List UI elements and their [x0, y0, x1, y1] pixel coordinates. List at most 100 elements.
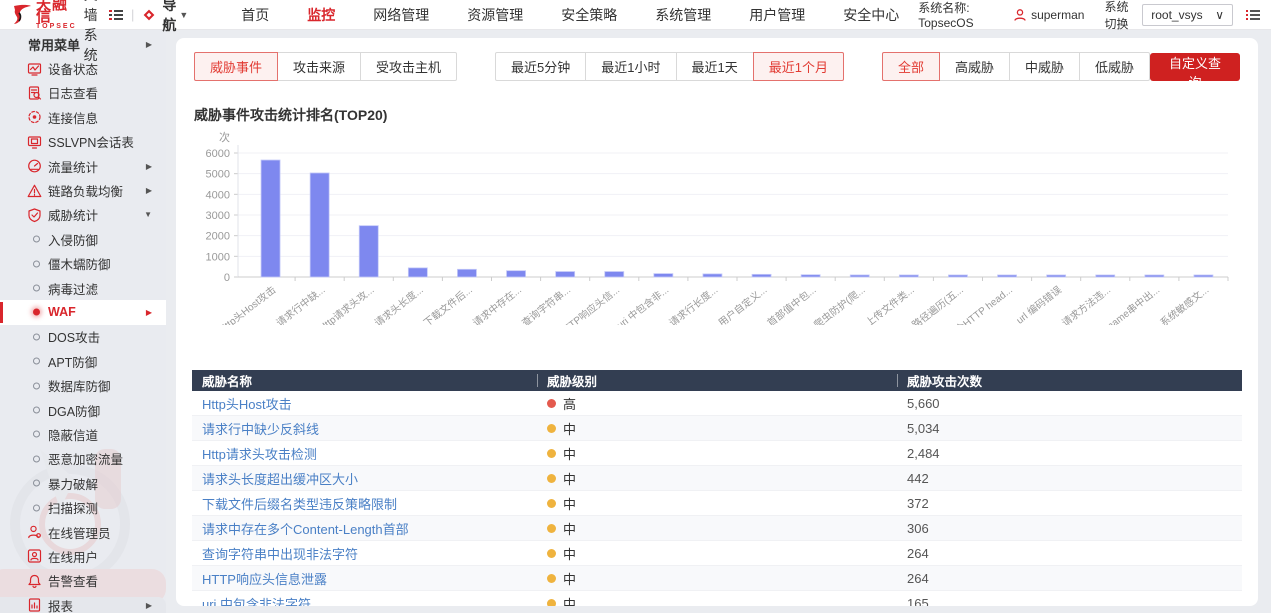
bar-18[interactable] — [1096, 275, 1115, 277]
column-header-2: 威胁级别 — [537, 371, 897, 390]
bar-7[interactable] — [556, 272, 575, 277]
sidebar-item-online-user[interactable]: 在线用户 — [0, 544, 166, 568]
threat-name-link[interactable]: 请求头长度超出缓冲区大小 — [202, 469, 358, 488]
bar-15[interactable] — [948, 275, 967, 277]
threat-name-link[interactable]: uri 中包含非法字符 — [202, 594, 311, 607]
time-filter-last-1month[interactable]: 最近1个月 — [753, 52, 844, 81]
svg-text:0: 0 — [224, 272, 230, 284]
radio-bullet-icon — [33, 480, 40, 487]
sidebar-item-label: APT防御 — [48, 352, 97, 371]
bar-5[interactable] — [457, 269, 476, 277]
time-filter-last-1day[interactable]: 最近1天 — [676, 52, 754, 81]
bar-1[interactable] — [261, 160, 280, 277]
bar-14[interactable] — [899, 275, 918, 277]
sidebar-item-covert-channel[interactable]: 隐蔽信道 — [0, 422, 166, 446]
sidebar-item-connection-info[interactable]: 连接信息 — [0, 105, 166, 129]
nav-item-user-mgmt[interactable]: 用户管理 — [749, 5, 805, 25]
sidebar-item-threat-stats[interactable]: 威胁统计▼ — [0, 203, 166, 227]
threat-name-link[interactable]: Http头Host攻击 — [202, 394, 292, 413]
level-dot-icon — [547, 499, 556, 508]
threat-name-link[interactable]: Http请求头攻击检测 — [202, 444, 317, 463]
sidebar-item-label: 流量统计 — [48, 157, 98, 176]
chevron-right-icon: ▶ — [146, 162, 152, 171]
sidebar-item-link-load-balance[interactable]: 链路负载均衡▶ — [0, 178, 166, 202]
bar-12[interactable] — [801, 275, 820, 277]
x-axis-label: 请求行长度... — [666, 283, 720, 325]
level-filter-low-threat[interactable]: 低威胁 — [1079, 52, 1150, 81]
x-axis-label: 爬虫防护(爬... — [811, 283, 868, 325]
level-filter-high-threat[interactable]: 高威胁 — [939, 52, 1010, 81]
threat-bar-chart: 0100020003000400050006000次Http头Host攻击请求行… — [180, 127, 1258, 330]
bar-19[interactable] — [1145, 275, 1164, 277]
level-dot-icon — [547, 574, 556, 583]
nav-item-system-mgmt[interactable]: 系统管理 — [655, 5, 711, 25]
bar-8[interactable] — [605, 272, 624, 277]
level-filter-all[interactable]: 全部 — [882, 52, 940, 81]
sidebar-item-database-prevention[interactable]: 数据库防御 — [0, 373, 166, 397]
nav-menu-label[interactable]: 导航 — [162, 0, 176, 35]
x-axis-label: 系统敏感文... — [1157, 283, 1211, 325]
sidebar-item-brute-force[interactable]: 暴力破解 — [0, 471, 166, 495]
nav-item-network-mgmt[interactable]: 网络管理 — [373, 5, 429, 25]
sidebar-item-alarm-view[interactable]: 告警查看 — [0, 569, 166, 593]
bar-3[interactable] — [359, 226, 378, 277]
sidebar-item-traffic-stats[interactable]: 流量统计 ▶ — [0, 154, 166, 178]
attack-count: 372 — [907, 496, 929, 511]
radio-bullet-icon — [33, 382, 40, 389]
custom-query-button[interactable]: 自定义查询 — [1150, 53, 1240, 81]
bar-10[interactable] — [703, 274, 722, 277]
user-menu[interactable]: superman — [1013, 8, 1084, 22]
nav-item-security-center[interactable]: 安全中心 — [843, 5, 899, 25]
sidebar-item-waf[interactable]: WAF▶ — [0, 300, 166, 324]
time-filter-last-5min[interactable]: 最近5分钟 — [495, 52, 586, 81]
sidebar-item-label: 在线用户 — [48, 547, 98, 566]
sidebar-item-botnet-prevention[interactable]: 僵木蠕防御 — [0, 252, 166, 276]
bar-6[interactable] — [507, 271, 526, 277]
tab-attack-source[interactable]: 攻击来源 — [277, 52, 361, 81]
threat-name-link[interactable]: 请求中存在多个Content-Length首部 — [202, 519, 409, 538]
sidebar-item-online-admin[interactable]: 在线管理员 — [0, 520, 166, 544]
time-filter-last-1hour[interactable]: 最近1小时 — [585, 52, 676, 81]
attack-count: 264 — [907, 546, 929, 561]
bar-11[interactable] — [752, 274, 771, 277]
tab-threat-event[interactable]: 威胁事件 — [194, 52, 278, 81]
bar-13[interactable] — [850, 275, 869, 277]
username: superman — [1031, 8, 1084, 22]
threat-table: 威胁名称威胁级别威胁攻击次数 Http头Host攻击高5,660请求行中缺少反斜… — [192, 370, 1242, 606]
bar-4[interactable] — [408, 268, 427, 277]
sidebar-item-log-view[interactable]: 日志查看 — [0, 81, 166, 105]
topsec-logo-icon — [10, 3, 34, 27]
vsys-select[interactable]: root_vsys ∨ — [1142, 4, 1233, 26]
sidebar-item-label: 数据库防御 — [48, 376, 111, 395]
bar-2[interactable] — [310, 173, 329, 277]
threat-name-link[interactable]: 下载文件后缀名类型违反策略限制 — [202, 494, 397, 513]
bar-9[interactable] — [654, 274, 673, 277]
sidebar-item-intrusion-prevention[interactable]: 入侵防御 — [0, 227, 166, 251]
sidebar-item-scan-probe[interactable]: 扫描探测 — [0, 495, 166, 519]
nav-item-security-policy[interactable]: 安全策略 — [561, 5, 617, 25]
bar-16[interactable] — [998, 275, 1017, 277]
threat-name-link[interactable]: 请求行中缺少反斜线 — [202, 419, 319, 438]
sidebar-item-report[interactable]: 报表▶ — [0, 593, 166, 613]
sidebar-item-virus-filter[interactable]: 病毒过滤 — [0, 276, 166, 300]
bar-17[interactable] — [1047, 275, 1066, 277]
threat-level: 中 — [563, 469, 576, 488]
sidebar-item-malicious-encrypted-traffic[interactable]: 恶意加密流量 — [0, 447, 166, 471]
sidebar-item-dga-prevention[interactable]: DGA防御 — [0, 398, 166, 422]
nav-diamond-icon — [141, 7, 157, 23]
nav-item-monitor[interactable]: 监控 — [307, 5, 335, 25]
threat-name-link[interactable]: 查询字符串中出现非法字符 — [202, 544, 358, 563]
threat-name-link[interactable]: HTTP响应头信息泄露 — [202, 569, 327, 588]
sidebar-item-dos-attack[interactable]: DOS攻击 — [0, 325, 166, 349]
nav-item-resource-mgmt[interactable]: 资源管理 — [467, 5, 523, 25]
list-menu-icon[interactable] — [1245, 8, 1261, 22]
nav-item-home[interactable]: 首页 — [241, 5, 269, 25]
tab-attacked-host[interactable]: 受攻击主机 — [360, 52, 457, 81]
sidebar-item-apt-prevention[interactable]: APT防御 — [0, 349, 166, 373]
bar-20[interactable] — [1194, 275, 1213, 277]
level-dot-icon — [547, 474, 556, 483]
sidebar-item-sslvpn-session[interactable]: SSLVPN会话表 — [0, 130, 166, 154]
level-filter-mid-threat[interactable]: 中威胁 — [1009, 52, 1080, 81]
warning-icon — [27, 183, 42, 198]
collapse-menu-icon[interactable] — [108, 8, 124, 22]
